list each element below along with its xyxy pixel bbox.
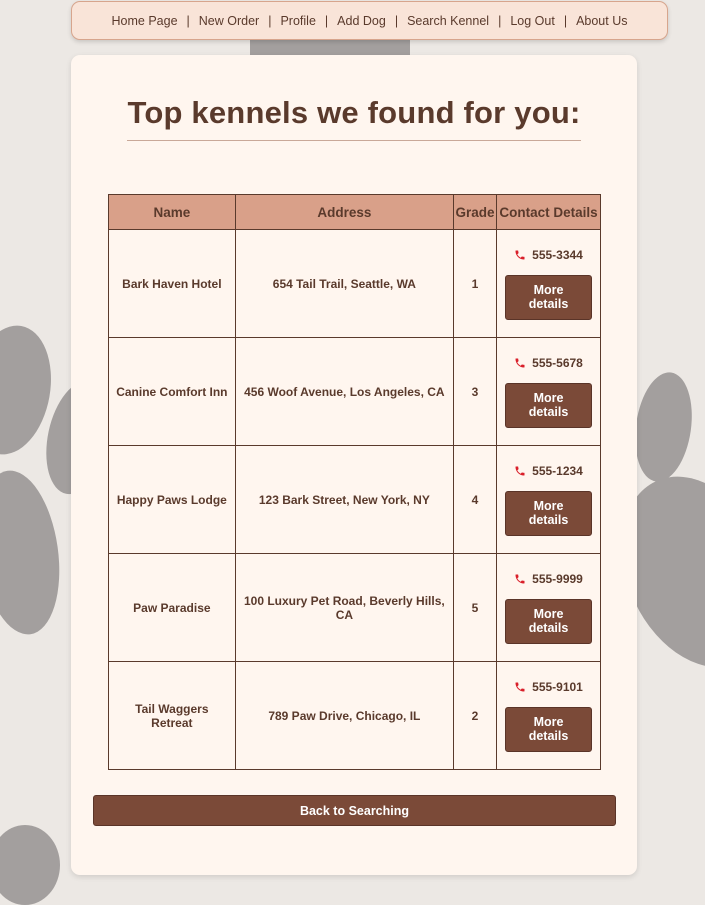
kennel-grade-cell: 1 (453, 229, 497, 338)
kennel-results-table: Name Address Grade Contact Details Bark … (108, 194, 601, 770)
nav-home-link[interactable]: Home Page (112, 14, 178, 28)
kennel-contact-cell: 555-1234 More details (496, 445, 601, 554)
table-row: Tail Waggers Retreat 789 Paw Drive, Chic… (108, 661, 601, 770)
nav-search-kennel-link[interactable]: Search Kennel (407, 14, 489, 28)
kennel-name-cell: Bark Haven Hotel (108, 229, 236, 338)
kennel-contact-cell: 555-9999 More details (496, 553, 601, 662)
table-row: Canine Comfort Inn 456 Woof Avenue, Los … (108, 337, 601, 446)
phone-line: 555-5678 (503, 356, 594, 370)
table-header-row: Name Address Grade Contact Details (108, 194, 601, 230)
kennel-name-cell: Tail Waggers Retreat (108, 661, 236, 770)
nav-separator: | (394, 13, 399, 28)
phone-number: 555-9999 (532, 571, 583, 586)
kennel-address-cell: 789 Paw Drive, Chicago, IL (234, 661, 455, 770)
kennel-contact-cell: 555-3344 More details (496, 229, 601, 338)
column-header-address: Address (234, 194, 455, 230)
phone-icon (514, 681, 526, 693)
phone-icon (514, 573, 526, 585)
nav-profile-link[interactable]: Profile (280, 14, 315, 28)
kennel-grade-cell: 4 (453, 445, 497, 554)
kennel-address-cell: 100 Luxury Pet Road, Beverly Hills, CA (234, 553, 455, 662)
nav-separator: | (268, 13, 272, 28)
phone-line: 555-9101 (503, 680, 594, 694)
table-row: Happy Paws Lodge 123 Bark Street, New Yo… (108, 445, 601, 554)
column-header-name: Name (108, 194, 236, 230)
column-header-grade: Grade (453, 194, 497, 230)
page-title: Top kennels we found for you: (127, 95, 581, 141)
phone-number: 555-5678 (532, 355, 583, 370)
kennel-address-cell: 654 Tail Trail, Seattle, WA (234, 229, 455, 338)
back-to-searching-button[interactable]: Back to Searching (93, 795, 616, 826)
table-row: Paw Paradise 100 Luxury Pet Road, Beverl… (108, 553, 601, 662)
phone-icon (514, 357, 526, 369)
nav-add-dog-link[interactable]: Add Dog (337, 14, 386, 28)
phone-number: 555-1234 (532, 463, 583, 478)
phone-line: 555-3344 (503, 248, 594, 262)
kennel-address-cell: 123 Bark Street, New York, NY (234, 445, 455, 554)
kennel-grade-cell: 5 (453, 553, 497, 662)
phone-icon (514, 249, 526, 261)
nav-separator: | (324, 13, 329, 28)
kennel-name-cell: Paw Paradise (108, 553, 236, 662)
phone-number: 555-3344 (532, 247, 583, 262)
table-row: Bark Haven Hotel 654 Tail Trail, Seattle… (108, 229, 601, 338)
nav-separator: | (498, 13, 502, 28)
more-details-button[interactable]: More details (505, 706, 592, 752)
kennel-name-cell: Happy Paws Lodge (108, 445, 236, 554)
column-header-contact: Contact Details (496, 194, 601, 230)
more-details-button[interactable]: More details (505, 382, 592, 428)
nav-separator: | (563, 13, 568, 28)
more-details-button[interactable]: More details (505, 490, 592, 536)
phone-line: 555-9999 (503, 572, 594, 586)
paw-toe-shape (628, 368, 699, 486)
nav-separator: | (186, 13, 190, 28)
results-card: Top kennels we found for you: Name Addre… (71, 55, 637, 875)
paw-toe-shape (0, 465, 70, 640)
kennel-grade-cell: 3 (453, 337, 497, 446)
phone-number: 555-9101 (532, 679, 583, 694)
nav-log-out-link[interactable]: Log Out (510, 14, 554, 28)
nav-new-order-link[interactable]: New Order (199, 14, 259, 28)
more-details-button[interactable]: More details (505, 598, 592, 644)
kennel-contact-cell: 555-9101 More details (496, 661, 601, 770)
phone-line: 555-1234 (503, 464, 594, 478)
kennel-contact-cell: 555-5678 More details (496, 337, 601, 446)
kennel-address-cell: 456 Woof Avenue, Los Angeles, CA (234, 337, 455, 446)
kennel-name-cell: Canine Comfort Inn (108, 337, 236, 446)
paw-toe-shape (0, 825, 60, 905)
nav-about-us-link[interactable]: About Us (576, 14, 627, 28)
top-navbar: Home Page | New Order | Profile | Add Do… (71, 1, 668, 40)
phone-icon (514, 465, 526, 477)
more-details-button[interactable]: More details (505, 274, 592, 320)
kennel-grade-cell: 2 (453, 661, 497, 770)
